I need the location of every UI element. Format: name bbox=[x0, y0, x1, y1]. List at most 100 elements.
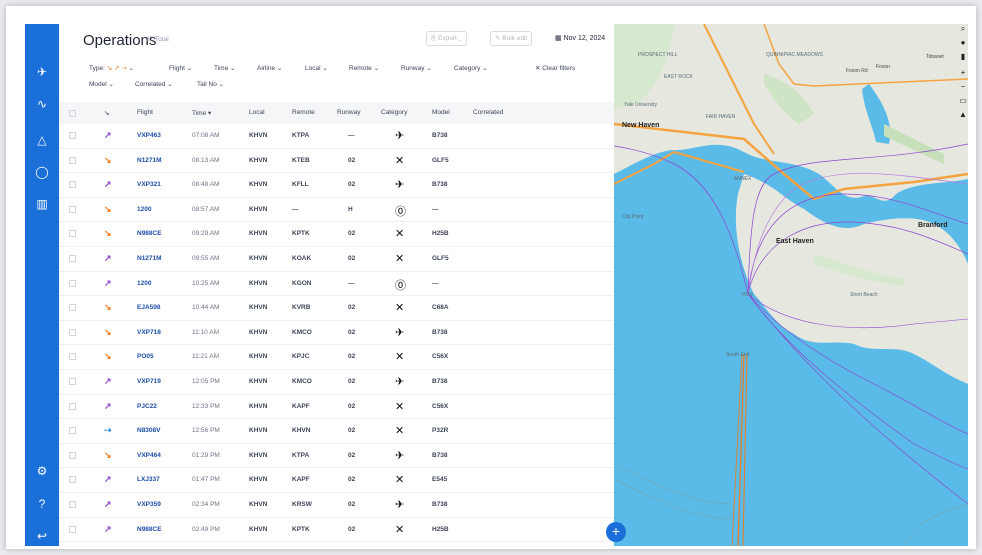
col-model[interactable]: Model bbox=[432, 109, 450, 116]
table-row[interactable]: ↗ VXP719 12:05 PM KHVN KMCO 02 ✈ B738 bbox=[59, 370, 614, 395]
row-checkbox[interactable] bbox=[69, 181, 76, 189]
date-picker[interactable]: ▦ Nov 12, 2024 bbox=[555, 34, 605, 42]
row-checkbox[interactable] bbox=[69, 328, 76, 336]
flight-link[interactable]: 1200 bbox=[137, 280, 151, 287]
alert-icon[interactable]: △ bbox=[25, 130, 59, 150]
col-category[interactable]: Category bbox=[381, 109, 407, 116]
filter-category[interactable]: Category ⌄ bbox=[454, 64, 488, 72]
filter-type[interactable]: Type: ↘ ↗ ⇢ ⌄ bbox=[89, 64, 134, 72]
runway-cell: 02 bbox=[348, 328, 356, 336]
row-checkbox[interactable] bbox=[69, 427, 76, 435]
table-row[interactable]: ↗ VXP463 07:08 AM KHVN KTPA — ✈ B738 bbox=[59, 124, 614, 149]
map-view[interactable]: PROSPECT HILL QUINNIPIAC MEADOWS EAST RO… bbox=[614, 24, 968, 546]
table-row[interactable]: ↗ N1271M 09:55 AM KHVN KOAK 02 ✕ GLF5 bbox=[59, 247, 614, 272]
bulk-edit-button[interactable]: ✎ Bulk edit bbox=[490, 31, 533, 46]
map-compass-icon[interactable]: ▭ bbox=[958, 96, 968, 108]
flight-link[interactable]: VXP464 bbox=[137, 452, 161, 459]
flight-link[interactable]: EJA598 bbox=[137, 304, 161, 311]
plane-icon[interactable]: ✈ bbox=[25, 62, 59, 82]
map-label: QUINNIPIAC MEADOWS bbox=[766, 52, 823, 58]
table-row[interactable]: ↘ 1200 08:57 AM KHVN — H ⓪ — bbox=[59, 198, 614, 223]
category-icon: ✈ bbox=[395, 326, 405, 339]
row-checkbox[interactable] bbox=[69, 476, 76, 484]
help-icon[interactable]: ? bbox=[25, 494, 59, 514]
export-button[interactable]: ⎘ Export ⌄ bbox=[426, 31, 467, 46]
map-layers-icon[interactable]: ▮ bbox=[958, 52, 968, 64]
runway-cell: 02 bbox=[348, 377, 356, 385]
chat-icon[interactable]: ◯ bbox=[25, 162, 59, 182]
flight-link[interactable]: VXP359 bbox=[137, 501, 161, 508]
table-row[interactable]: ↘ EJA598 10:44 AM KHVN KVRB 02 ✕ C68A bbox=[59, 296, 614, 321]
filter-airline[interactable]: Airline ⌄ bbox=[257, 64, 282, 72]
map-search-icon[interactable]: ⌕ bbox=[958, 24, 968, 36]
category-icon: ⓪ bbox=[395, 279, 406, 292]
row-checkbox[interactable] bbox=[69, 132, 76, 139]
row-checkbox[interactable] bbox=[69, 205, 76, 213]
table-row[interactable]: ↗ PJC22 12:33 PM KHVN KAPF 02 ✕ C56X bbox=[59, 395, 614, 420]
table-row[interactable]: ↗ N988CE 02:49 PM KHVN KPTK 02 ✕ H25B bbox=[59, 518, 614, 543]
runway-cell: 02 bbox=[348, 500, 356, 508]
flight-link[interactable]: VXP719 bbox=[137, 378, 161, 385]
chart-icon[interactable]: ▥ bbox=[25, 194, 59, 214]
zoom-in-icon[interactable]: + bbox=[958, 68, 968, 80]
filter-tail-no[interactable]: Tail No ⌄ bbox=[197, 80, 224, 88]
row-checkbox[interactable] bbox=[69, 377, 76, 385]
table-row[interactable]: ↗ LXJ337 01:47 PM KHVN KAPF 02 ✕ E545 bbox=[59, 468, 614, 493]
map-pin-icon[interactable]: ● bbox=[958, 38, 968, 50]
flight-link[interactable]: PJC22 bbox=[137, 403, 157, 410]
flight-link[interactable]: N1271M bbox=[137, 157, 162, 164]
table-row[interactable]: ↘ N988CE 09:29 AM KHVN KPTK 02 ✕ H25B bbox=[59, 222, 614, 247]
flight-link[interactable]: VXP321 bbox=[137, 181, 161, 188]
select-all-checkbox[interactable] bbox=[69, 110, 76, 117]
flight-link[interactable]: VXP718 bbox=[137, 329, 161, 336]
table-row[interactable]: ⇢ N8308V 12:56 PM KHVN KHVN 02 ✕ P32R bbox=[59, 419, 614, 444]
flight-link[interactable]: N988CE bbox=[137, 230, 162, 237]
filter-model[interactable]: Model ⌄ bbox=[89, 80, 114, 88]
table-row[interactable]: ↗ VXP359 02:34 PM KHVN KRSW 02 ✈ B738 bbox=[59, 493, 614, 518]
filter-local[interactable]: Local ⌄ bbox=[305, 64, 328, 72]
map-home-icon[interactable]: ▲ bbox=[958, 110, 968, 122]
row-checkbox[interactable] bbox=[69, 254, 76, 262]
flight-link[interactable]: LXJ337 bbox=[137, 476, 160, 483]
col-flight[interactable]: Flight bbox=[137, 109, 153, 116]
row-checkbox[interactable] bbox=[69, 525, 76, 533]
row-checkbox[interactable] bbox=[69, 353, 76, 361]
map-label: EAST ROCK bbox=[664, 74, 693, 80]
filter-flight[interactable]: Flight ⌄ bbox=[169, 64, 192, 72]
flight-link[interactable]: N988CE bbox=[137, 526, 162, 533]
filter-correlated[interactable]: Correlated ⌄ bbox=[135, 80, 173, 88]
col-runway[interactable]: Runway bbox=[337, 109, 360, 116]
logout-icon[interactable]: ↩ bbox=[25, 526, 59, 546]
row-checkbox[interactable] bbox=[69, 451, 76, 459]
clear-filters-button[interactable]: ✕ Clear filters bbox=[535, 64, 575, 72]
row-checkbox[interactable] bbox=[69, 304, 76, 312]
flight-link[interactable]: N1271M bbox=[137, 255, 162, 262]
activity-icon[interactable]: ∿ bbox=[25, 94, 59, 114]
row-checkbox[interactable] bbox=[69, 402, 76, 410]
filter-runway[interactable]: Runway ⌄ bbox=[401, 64, 432, 72]
row-checkbox[interactable] bbox=[69, 279, 76, 287]
row-checkbox[interactable] bbox=[69, 230, 76, 238]
flight-link[interactable]: 1200 bbox=[137, 206, 151, 213]
add-button[interactable]: + bbox=[606, 522, 626, 542]
filter-remote[interactable]: Remote ⌄ bbox=[349, 64, 379, 72]
table-row[interactable]: ↗ VXP321 08:48 AM KHVN KFLL 02 ✈ B738 bbox=[59, 173, 614, 198]
row-checkbox[interactable] bbox=[69, 500, 76, 508]
table-row[interactable]: ↘ VXP718 11:10 AM KHVN KMCO 02 ✈ B738 bbox=[59, 321, 614, 346]
table-row[interactable]: ↗ 1200 10:25 AM KHVN KGON — ⓪ — bbox=[59, 272, 614, 297]
filter-time[interactable]: Time ⌄ bbox=[214, 64, 235, 72]
table-row[interactable]: ↘ N1271M 08:13 AM KHVN KTEB 02 ✕ GLF5 bbox=[59, 149, 614, 174]
col-time[interactable]: Time ▾ bbox=[192, 109, 211, 117]
model-cell: B738 bbox=[432, 132, 448, 139]
col-local[interactable]: Local bbox=[249, 109, 265, 116]
table-row[interactable]: ↘ VXP464 01:29 PM KHVN KTPA 02 ✈ B738 bbox=[59, 444, 614, 469]
flight-link[interactable]: PO05 bbox=[137, 353, 154, 360]
col-remote[interactable]: Remote bbox=[292, 109, 315, 116]
row-checkbox[interactable] bbox=[69, 156, 76, 164]
zoom-out-icon[interactable]: − bbox=[958, 82, 968, 94]
flight-link[interactable]: VXP463 bbox=[137, 132, 161, 139]
flight-link[interactable]: N8308V bbox=[137, 427, 161, 434]
col-correlated[interactable]: Correlated bbox=[473, 109, 503, 116]
settings-icon[interactable]: ⚙ bbox=[25, 461, 59, 481]
table-row[interactable]: ↘ PO05 11:21 AM KHVN KPJC 02 ✕ C56X bbox=[59, 345, 614, 370]
